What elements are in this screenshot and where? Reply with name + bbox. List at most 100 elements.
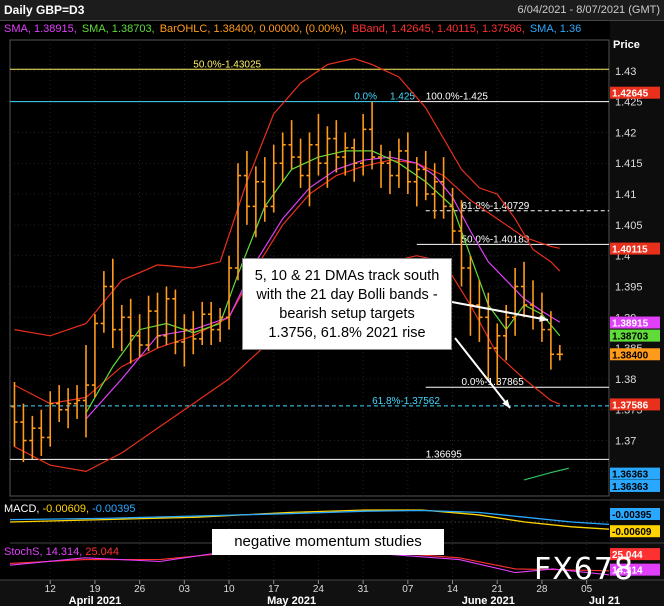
month-label: May 2021: [267, 595, 316, 606]
x-tick-label: 07: [402, 584, 414, 595]
macd-legend-value2: -0.00395: [92, 503, 136, 515]
ohlc-bar: [127, 298, 134, 364]
ohlc-bar: [440, 157, 447, 219]
ohlc-bar: [494, 323, 501, 386]
y-tick-label: 1.41: [615, 189, 636, 201]
ohlc-bar: [109, 258, 116, 349]
stoch-legend: StochS, 14.314, 25.044: [4, 546, 119, 558]
ohlc-bar: [145, 295, 152, 352]
month-label: June 2021: [462, 595, 515, 606]
ohlc-bar: [11, 382, 18, 447]
ohlc-bar: [306, 132, 313, 207]
ohlc-bar: [208, 301, 215, 346]
macd-tag-label: -0.00609: [612, 527, 652, 538]
ohlc-bar: [279, 132, 286, 182]
legend-bar-ohlc: BarOHLC, 1.38400, 0.00000, (0.00%),: [159, 23, 347, 35]
ohlc-bar: [181, 314, 188, 367]
x-tick-label: 21: [492, 584, 504, 595]
x-tick-label: 17: [268, 584, 280, 595]
legend-bband: BBand, 1.42645, 1.40115, 1.37586,: [351, 23, 525, 35]
price-axis-title: Price: [613, 39, 640, 51]
ohlc-bar: [324, 126, 331, 188]
x-tick-label: 19: [89, 584, 101, 595]
x-tick-label: 03: [179, 584, 191, 595]
legend-sma-magenta: SMA, 1.38915,: [4, 23, 77, 35]
ohlc-bar: [556, 345, 563, 361]
ohlc-bar: [431, 163, 438, 219]
stoch-legend-prefix: StochS,: [4, 546, 43, 558]
ohlc-bar: [422, 150, 429, 201]
x-tick-label: 10: [223, 584, 235, 595]
ohlc-bar: [100, 271, 108, 333]
fib-level-label: 50.0%-1.43025: [193, 59, 261, 70]
callout-line: 5, 10 & 21 DMAs track south: [254, 268, 440, 284]
price-tag-label: 1.38703: [612, 332, 649, 343]
chart-window: 1.431.4251.421.4151.411.4051.41.3951.391…: [0, 0, 664, 606]
y-tick-label: 1.43: [615, 66, 636, 78]
ohlc-bar: [270, 144, 277, 213]
x-tick-label: 31: [358, 584, 370, 595]
price-tag-label: 1.38400: [612, 350, 649, 361]
fib-level-label: 50.0%-1.40183: [461, 234, 529, 245]
ohlc-bar: [547, 311, 555, 370]
stoch-legend-value2: 25.044: [85, 546, 120, 558]
x-tick-label: 26: [134, 584, 146, 595]
ohlc-bar: [395, 138, 403, 188]
ohlc-bar: [82, 345, 90, 438]
ohlc-bar: [73, 385, 81, 419]
price-tag-label: 1.36363: [612, 470, 649, 481]
chart-title: Daily GBP=D3: [4, 3, 85, 17]
ohlc-bar: [172, 289, 179, 355]
y-tick-label: 1.415: [615, 158, 643, 170]
ohlc-bar: [47, 391, 54, 447]
ohlc-bar: [64, 388, 72, 429]
ohlc-bar: [154, 292, 161, 349]
ohlc-bar: [351, 138, 358, 182]
ohlc-bar: [216, 308, 224, 342]
chart-header: Daily GBP=D3 6/04/2021 - 8/07/2021 (GMT): [0, 0, 664, 21]
ohlc-bar: [333, 120, 340, 173]
price-tag-label: 1.42645: [612, 89, 649, 100]
ohlc-bar: [315, 113, 322, 176]
macd-legend: MACD, -0.00609, -0.00395: [4, 503, 136, 515]
macd-tag-label: -0.00395: [612, 510, 652, 521]
y-tick-label: 1.42: [615, 127, 636, 139]
x-tick-label: 12: [45, 584, 57, 595]
fib-level-label: 61.8%-1.37562: [372, 396, 440, 407]
indicator-legend: SMA, 1.38915, SMA, 1.38703, BarOHLC, 1.3…: [4, 23, 583, 35]
ohlc-bar: [163, 286, 170, 346]
price-tag-label: 1.36363: [612, 482, 649, 493]
ohlc-bar: [511, 268, 519, 336]
brand-watermark: FX678: [534, 552, 635, 587]
legend-sma-blue: SMA, 1.36: [529, 23, 582, 35]
ohlc-bar: [485, 292, 492, 379]
momentum-note: negative momentum studies: [212, 529, 444, 555]
price-tag-label: 1.37586: [612, 400, 649, 411]
date-range: 6/04/2021 - 8/07/2021 (GMT): [517, 4, 660, 16]
legend-sma-green: SMA, 1.38703,: [81, 23, 155, 35]
ohlc-bar: [91, 314, 99, 398]
ohlc-bar: [56, 385, 63, 423]
sma-blue-line: [523, 467, 569, 481]
callout-line: with the 21 day Bolli bands -: [256, 287, 438, 303]
price-tag-label: 1.38915: [612, 319, 649, 330]
ohlc-bar: [377, 144, 385, 188]
ohlc-bar: [467, 255, 474, 336]
y-tick-label: 1.405: [615, 220, 643, 232]
ohlc-bar: [29, 415, 36, 460]
ohlc-bar: [38, 409, 45, 456]
ohlc-bar: [234, 163, 242, 281]
y-tick-label: 1.38: [615, 374, 636, 386]
ohlc-bar: [252, 166, 259, 238]
ohlc-bar: [190, 311, 197, 355]
fib-level-label: 61.8%-1.40729: [461, 201, 529, 212]
ohlc-bar: [20, 403, 27, 463]
ohlc-bar: [476, 280, 483, 342]
ohlc-bar: [199, 301, 206, 346]
month-label: April 2021: [69, 595, 122, 606]
month-label: Jul 21: [589, 595, 620, 606]
ohlc-bar: [118, 304, 125, 352]
callout-line: 1.3756, 61.8% 2021 rise: [268, 325, 426, 341]
macd-legend-prefix: MACD,: [4, 503, 40, 515]
price-tag-label: 1.40115: [612, 245, 648, 256]
